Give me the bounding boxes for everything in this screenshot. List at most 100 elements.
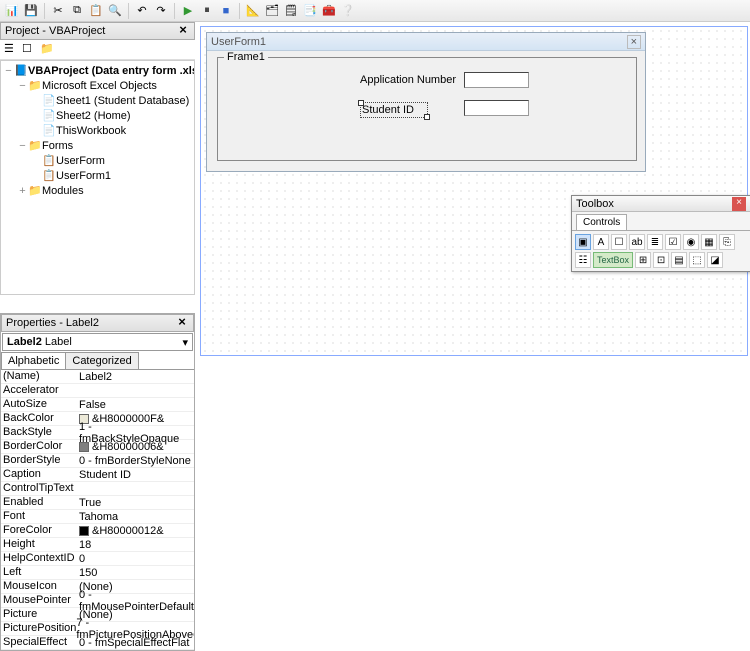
property-row[interactable]: BackStyle1 - fmBackStyleOpaque bbox=[1, 426, 194, 440]
label-student-id[interactable]: Student ID bbox=[360, 102, 428, 118]
property-row[interactable]: BorderStyle0 - fmBorderStyleNone bbox=[1, 454, 194, 468]
view-object-icon[interactable]: ☐ bbox=[22, 42, 38, 58]
toolbar-break-icon[interactable]: ⏸ bbox=[199, 3, 215, 19]
property-value[interactable]: 1 - fmBackStyleOpaque bbox=[79, 426, 194, 439]
toolbar-browser-icon[interactable]: 📑 bbox=[302, 3, 318, 19]
userform-window[interactable]: UserForm1 × Frame1 Application Number St… bbox=[206, 32, 646, 172]
toolbar-find-icon[interactable]: 🔍 bbox=[107, 3, 123, 19]
property-value[interactable]: 0 - fmSpecialEffectFlat bbox=[79, 636, 194, 649]
form-item[interactable]: UserForm bbox=[56, 155, 105, 167]
sheet-item[interactable]: ThisWorkbook bbox=[56, 125, 126, 137]
textbox-application-number[interactable] bbox=[464, 72, 529, 88]
textbox-student-id[interactable] bbox=[464, 100, 529, 116]
frame-control[interactable]: Frame1 Application Number Student ID bbox=[217, 57, 637, 161]
property-row[interactable]: ControlTipText bbox=[1, 482, 194, 496]
toolbar-design-icon[interactable]: 📐 bbox=[245, 3, 261, 19]
property-row[interactable]: EnabledTrue bbox=[1, 496, 194, 510]
toolbar-cut-icon[interactable]: ✂ bbox=[50, 3, 66, 19]
chevron-down-icon[interactable]: ▾ bbox=[182, 336, 188, 349]
modules-folder[interactable]: Modules bbox=[42, 185, 84, 197]
property-value[interactable]: 0 - fmMousePointerDefault bbox=[79, 594, 194, 607]
userform-close-icon[interactable]: × bbox=[627, 35, 641, 49]
toolbar-paste-icon[interactable]: 📋 bbox=[88, 3, 104, 19]
property-row[interactable]: (Name)Label2 bbox=[1, 370, 194, 384]
property-value[interactable]: False bbox=[79, 398, 194, 411]
toolbar-undo-icon[interactable]: ↶ bbox=[134, 3, 150, 19]
mso-folder[interactable]: Microsoft Excel Objects bbox=[42, 80, 157, 92]
folder-icon[interactable]: 📁 bbox=[40, 42, 56, 58]
property-value[interactable]: 18 bbox=[79, 538, 194, 551]
tool-item[interactable]: ⊞ bbox=[635, 252, 651, 268]
form-designer-canvas[interactable]: UserForm1 × Frame1 Application Number St… bbox=[200, 26, 748, 356]
property-name: Picture bbox=[1, 608, 79, 621]
label-application-number[interactable]: Application Number bbox=[360, 74, 460, 86]
toolbar-excel-icon[interactable]: 📊 bbox=[4, 3, 20, 19]
project-tree[interactable]: −📘VBAProject (Data entry form .xlsm) −📁M… bbox=[0, 60, 195, 295]
sheet-item[interactable]: Sheet1 (Student Database) bbox=[56, 95, 189, 107]
tool-item[interactable]: ☷ bbox=[575, 252, 591, 268]
property-row[interactable]: Accelerator bbox=[1, 384, 194, 398]
property-row[interactable]: CaptionStudent ID bbox=[1, 468, 194, 482]
toolbar-run-icon[interactable]: ▶ bbox=[180, 3, 196, 19]
userform-title: UserForm1 bbox=[211, 36, 266, 48]
property-value[interactable]: 0 bbox=[79, 552, 194, 565]
tool-item[interactable]: ▤ bbox=[671, 252, 687, 268]
property-value[interactable]: True bbox=[79, 496, 194, 509]
form-item[interactable]: UserForm1 bbox=[56, 170, 111, 182]
tool-item[interactable]: ⊡ bbox=[653, 252, 669, 268]
tool-textbox[interactable]: TextBox bbox=[593, 252, 633, 268]
tool-item[interactable]: ▦ bbox=[701, 234, 717, 250]
property-value[interactable]: 7 - fmPicturePositionAboveCenter bbox=[76, 622, 194, 635]
project-root[interactable]: VBAProject (Data entry form .xlsm) bbox=[28, 65, 195, 77]
tool-item[interactable]: ◪ bbox=[707, 252, 723, 268]
tool-item[interactable]: ≣ bbox=[647, 234, 663, 250]
property-value[interactable]: Student ID bbox=[79, 468, 194, 481]
property-row[interactable]: AutoSizeFalse bbox=[1, 398, 194, 412]
property-row[interactable]: Left150 bbox=[1, 566, 194, 580]
tab-alphabetic[interactable]: Alphabetic bbox=[1, 352, 66, 369]
property-value[interactable] bbox=[79, 482, 194, 495]
tool-item[interactable]: ☐ bbox=[611, 234, 627, 250]
tool-item[interactable]: ▣ bbox=[575, 234, 591, 250]
project-close-icon[interactable]: × bbox=[176, 24, 190, 38]
property-value[interactable]: Label2 bbox=[79, 370, 194, 383]
sheet-item[interactable]: Sheet2 (Home) bbox=[56, 110, 131, 122]
property-row[interactable]: SpecialEffect0 - fmSpecialEffectFlat bbox=[1, 636, 194, 650]
tool-item[interactable]: ◉ bbox=[683, 234, 699, 250]
tab-categorized[interactable]: Categorized bbox=[65, 352, 138, 369]
property-name: SpecialEffect bbox=[1, 636, 79, 649]
property-row[interactable]: HelpContextID0 bbox=[1, 552, 194, 566]
property-value[interactable]: Tahoma bbox=[79, 510, 194, 523]
toolbar-save-icon[interactable]: 💾 bbox=[23, 3, 39, 19]
toolbox-window[interactable]: Toolbox × Controls ▣A☐ab≣☑◉▦⎘☷TextBox⊞⊡▤… bbox=[571, 195, 750, 272]
properties-object-combo[interactable]: Label2 Label ▾ bbox=[2, 333, 193, 351]
tool-item[interactable]: ⎘ bbox=[719, 234, 735, 250]
property-value[interactable]: &H80000012& bbox=[79, 524, 194, 537]
toolbox-tab-controls[interactable]: Controls bbox=[576, 214, 627, 230]
toolbar-stop-icon[interactable]: ■ bbox=[218, 3, 234, 19]
property-row[interactable]: MousePointer0 - fmMousePointerDefault bbox=[1, 594, 194, 608]
property-row[interactable]: FontTahoma bbox=[1, 510, 194, 524]
view-code-icon[interactable]: ☰ bbox=[4, 42, 20, 58]
property-row[interactable]: PicturePosition7 - fmPicturePositionAbov… bbox=[1, 622, 194, 636]
properties-close-icon[interactable]: × bbox=[175, 316, 189, 330]
tool-item[interactable]: ⬚ bbox=[689, 252, 705, 268]
toolbar-redo-icon[interactable]: ↷ bbox=[153, 3, 169, 19]
property-row[interactable]: BorderColor&H80000006& bbox=[1, 440, 194, 454]
toolbar-help-icon[interactable]: ❔ bbox=[340, 3, 356, 19]
toolbar-props-icon[interactable]: 🗒 bbox=[283, 3, 299, 19]
property-value[interactable] bbox=[79, 384, 194, 397]
tool-item[interactable]: ab bbox=[629, 234, 645, 250]
toolbar-copy-icon[interactable]: ⧉ bbox=[69, 3, 85, 19]
property-value[interactable]: 150 bbox=[79, 566, 194, 579]
toolbox-close-icon[interactable]: × bbox=[732, 197, 746, 211]
property-row[interactable]: ForeColor&H80000012& bbox=[1, 524, 194, 538]
toolbar-toolbox-icon[interactable]: 🧰 bbox=[321, 3, 337, 19]
tool-item[interactable]: A bbox=[593, 234, 609, 250]
toolbar-project-icon[interactable]: 🗂 bbox=[264, 3, 280, 19]
properties-grid[interactable]: (Name)Label2AcceleratorAutoSizeFalse Back… bbox=[1, 370, 194, 650]
forms-folder[interactable]: Forms bbox=[42, 140, 73, 152]
property-value[interactable]: &H80000006& bbox=[79, 440, 194, 453]
tool-item[interactable]: ☑ bbox=[665, 234, 681, 250]
property-value[interactable]: 0 - fmBorderStyleNone bbox=[79, 454, 194, 467]
